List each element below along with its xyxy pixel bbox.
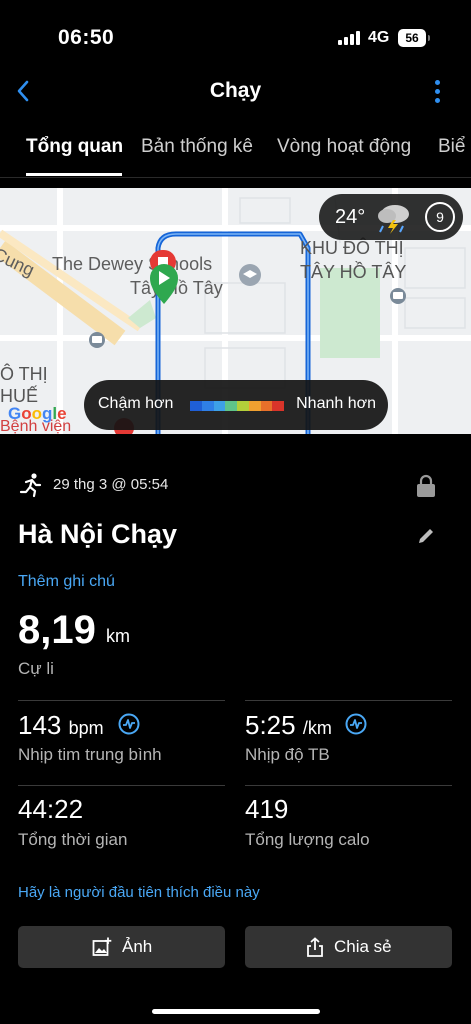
pace-color-swatch: [237, 401, 249, 411]
total-time-label: Tổng thời gian: [18, 830, 128, 849]
wind-speed: 9: [425, 202, 455, 232]
divider: [18, 785, 225, 786]
activity-title: Hà Nội Chạy: [18, 519, 178, 549]
page-title: Chạy: [209, 79, 262, 102]
status-time: 06:50: [58, 26, 115, 49]
divider: [245, 700, 452, 701]
signal-icon: [338, 31, 362, 45]
legend-slow-label: Chậm hơn: [98, 395, 174, 412]
pace-color-swatch: [190, 401, 202, 411]
avg-pace-label: Nhịp độ TB: [245, 745, 330, 764]
total-time-value: 44:22: [18, 794, 84, 824]
divider: [18, 700, 225, 701]
divider: [245, 785, 452, 786]
home-indicator: [152, 1009, 320, 1014]
calories-value: 419: [245, 794, 289, 824]
add-note-link[interactable]: Thêm ghi chú: [18, 573, 115, 591]
map-label-left: Ô THỊ: [0, 364, 48, 384]
avg-heart-rate-label: Nhịp tim trung bình: [18, 745, 162, 764]
pencil-icon[interactable]: [416, 526, 436, 546]
weather-badge: 24° 9: [319, 194, 463, 240]
distance-label: Cự li: [18, 659, 54, 678]
add-photo-icon: [92, 937, 112, 956]
pace-color-swatch: [272, 401, 284, 411]
pace-color-swatch: [225, 401, 237, 411]
legend-fast-label: Nhanh hơn: [296, 395, 376, 412]
active-tab-indicator: [26, 173, 122, 176]
start-finish-markers: [150, 250, 178, 304]
share-label: Chia sẻ: [334, 937, 392, 956]
activity-meta: 29 thg 3 @ 05:54: [18, 470, 458, 500]
lock-icon[interactable]: [416, 474, 436, 498]
navigation-bar: Chạy: [0, 70, 471, 114]
share-icon: [307, 937, 323, 957]
pace-color-swatch: [213, 401, 226, 411]
add-photo-label: Ảnh: [122, 937, 153, 956]
start-marker-icon: [150, 264, 178, 304]
battery-icon: 56: [398, 29, 430, 47]
tab-overview[interactable]: Tổng quan: [26, 136, 123, 158]
map-label-area: KHU ĐÔ THỊ: [300, 238, 404, 258]
tab-laps[interactable]: Vòng hoạt động: [277, 136, 411, 158]
distance-value: 8,19: [18, 608, 96, 652]
add-photo-button[interactable]: Ảnh: [18, 926, 225, 968]
tab-statistics[interactable]: Bản thống kê: [141, 136, 253, 158]
thunderstorm-icon: [378, 205, 409, 234]
pace-color-swatch: [260, 401, 273, 411]
pace-chart-icon[interactable]: [345, 713, 367, 735]
pace-color-swatch: [201, 401, 214, 411]
like-prompt-link[interactable]: Hãy là người đầu tiên thích điều này: [18, 884, 260, 901]
avg-heart-rate-unit: bpm: [68, 718, 104, 738]
heart-rate-chart-icon[interactable]: [118, 713, 140, 735]
route-map[interactable]: The Dewey Schools Tây Hồ Tây KHU ĐÔ THỊ …: [0, 188, 471, 434]
temperature: 24°: [335, 206, 366, 228]
share-button[interactable]: Chia sẻ: [245, 926, 452, 968]
map-label-area-line2: TÂY HỒ TÂY: [300, 262, 407, 282]
distance-unit: km: [106, 626, 130, 646]
pace-gradient: [190, 401, 284, 411]
tab-bar: Tổng quan Bản thống kê Vòng hoạt động Bi…: [0, 120, 471, 178]
avg-pace-unit: /km: [302, 718, 332, 738]
activity-date: 29 thg 3 @ 05:54: [53, 476, 169, 493]
pace-legend: Chậm hơn Nhanh hơn: [84, 380, 388, 430]
google-logo: Google: [8, 404, 67, 423]
map-label-school: The Dewey Schools: [52, 254, 213, 274]
tab-charts[interactable]: Biể: [438, 136, 465, 158]
status-bar: 06:50 4G 56: [0, 0, 471, 70]
more-vertical-icon[interactable]: [430, 80, 444, 106]
avg-heart-rate-value: 143 bpm: [18, 710, 104, 740]
pace-color-swatch: [248, 401, 261, 411]
avg-pace-value: 5:25 /km: [245, 710, 332, 740]
running-icon: [19, 473, 42, 498]
calories-label: Tổng lượng calo: [245, 830, 370, 849]
network-type: 4G: [368, 29, 390, 46]
